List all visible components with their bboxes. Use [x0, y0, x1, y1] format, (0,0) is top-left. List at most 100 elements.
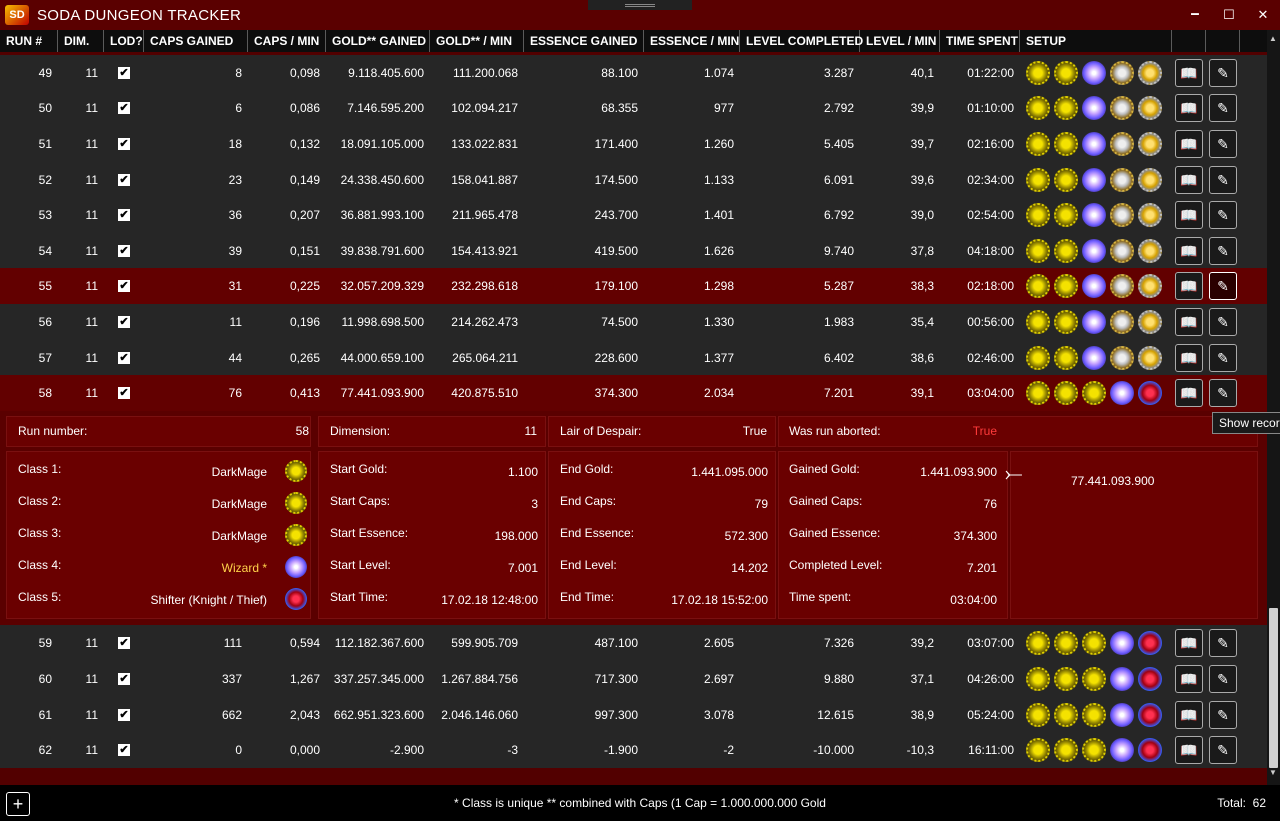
show-record-button[interactable]: 📖 [1175, 736, 1203, 764]
table-row[interactable]: 57 11 ✔ 44 0,265 44.000.659.100 265.064.211 228… [0, 340, 1267, 376]
edit-run-button[interactable]: ✎ [1209, 59, 1237, 87]
table-row[interactable]: 59 11 ✔ 111 0,594 112.182.367.600 599.905.709 4… [0, 625, 1267, 661]
edit-run-button[interactable]: ✎ [1209, 736, 1237, 764]
column-header-level-per-min[interactable]: LEVEL / MIN [860, 30, 940, 52]
lod-checkbox[interactable]: ✔ [118, 387, 130, 399]
cell-level-per-min: 38,6 [910, 351, 934, 365]
scroll-down-icon[interactable]: ▼ [1269, 768, 1277, 777]
lod-checkbox[interactable]: ✔ [118, 280, 130, 292]
maximize-button[interactable]: ☐ [1212, 0, 1246, 30]
show-record-button[interactable]: 📖 [1175, 344, 1203, 372]
show-record-button[interactable]: 📖 [1175, 94, 1203, 122]
edit-run-button[interactable]: ✎ [1209, 629, 1237, 657]
show-record-button[interactable]: 📖 [1175, 130, 1203, 158]
lod-checkbox[interactable]: ✔ [118, 637, 130, 649]
edit-run-button[interactable]: ✎ [1209, 237, 1237, 265]
table-row[interactable]: 52 11 ✔ 23 0,149 24.338.450.600 158.041.887 174… [0, 162, 1267, 198]
lod-checkbox[interactable]: ✔ [118, 316, 130, 328]
window-drag-grip[interactable] [588, 0, 692, 10]
table-row[interactable]: 58 11 ✔ 76 0,413 77.441.093.900 420.875.510 374… [0, 375, 1267, 411]
column-header-setup[interactable]: SETUP [1020, 30, 1172, 52]
show-record-button[interactable]: 📖 [1175, 272, 1203, 300]
show-record-button[interactable]: 📖 [1175, 379, 1203, 407]
edit-run-button[interactable]: ✎ [1209, 272, 1237, 300]
lod-checkbox[interactable]: ✔ [118, 138, 130, 150]
lod-checkbox[interactable]: ✔ [118, 102, 130, 114]
edit-run-button[interactable]: ✎ [1209, 701, 1237, 729]
edit-run-button[interactable]: ✎ [1209, 130, 1237, 158]
column-header-essence-per-min[interactable]: ESSENCE / MIN [644, 30, 740, 52]
scroll-up-icon[interactable]: ▲ [1269, 34, 1277, 43]
cell-dimension: 11 [85, 636, 98, 650]
book-icon: 📖 [1180, 634, 1198, 651]
column-header-level-completed[interactable]: LEVEL COMPLETED [740, 30, 863, 52]
edit-run-button[interactable]: ✎ [1209, 166, 1237, 194]
table-row[interactable]: 49 11 ✔ 8 0,098 9.118.405.600 111.200.068 88.10… [0, 55, 1267, 91]
table-row[interactable]: 62 11 ✔ 0 0,000 -2.900 -3 -1.900 -2 -10.000 -10,3 1… [0, 732, 1267, 768]
edit-run-button[interactable]: ✎ [1209, 665, 1237, 693]
cell-show-record: 📖 [1172, 375, 1206, 411]
cell-caps-per-min: 0,594 [289, 636, 320, 650]
column-header-dimension[interactable]: DIM. [58, 30, 104, 52]
cell-level-completed: -10.000 [813, 743, 854, 757]
show-record-button[interactable]: 📖 [1175, 166, 1203, 194]
lod-checkbox[interactable]: ✔ [118, 352, 130, 364]
gear-class-icon [1054, 168, 1078, 192]
table-row[interactable]: 61 11 ✔ 662 2,043 662.951.323.600 2.046.146.06… [0, 697, 1267, 733]
column-header-gold-gained[interactable]: GOLD** GAINED [326, 30, 430, 52]
show-record-button[interactable]: 📖 [1175, 237, 1203, 265]
orb-class-icon [1082, 239, 1106, 263]
edit-run-button[interactable]: ✎ [1209, 344, 1237, 372]
table-row[interactable]: 51 11 ✔ 18 0,132 18.091.105.000 133.022.831 171… [0, 126, 1267, 162]
column-header-gold-per-min[interactable]: GOLD** / MIN [430, 30, 524, 52]
table-row[interactable]: 55 11 ✔ 31 0,225 32.057.209.329 232.298.618 179… [0, 268, 1267, 304]
cell-essence-gained: 179.100 [594, 279, 638, 293]
edit-run-button[interactable]: ✎ [1209, 379, 1237, 407]
column-header-lod[interactable]: LOD? [104, 30, 144, 52]
cell-essence-gained: 174.500 [594, 173, 638, 187]
column-header-essence-gained[interactable]: ESSENCE GAINED [524, 30, 644, 52]
show-record-button[interactable]: 📖 [1175, 59, 1203, 87]
table-row[interactable]: 54 11 ✔ 39 0,151 39.838.791.600 154.413.921 419… [0, 233, 1267, 269]
cell-show-record: 📖 [1172, 304, 1206, 340]
column-header-caps-gained[interactable]: CAPS GAINED [144, 30, 248, 52]
run-detail-panel: Run number: 58 Dimension: 11 Lair of Despair… [0, 411, 1267, 625]
show-record-button[interactable]: 📖 [1175, 701, 1203, 729]
merge-arrow-icon: ⤚ [1005, 461, 1023, 486]
column-header-time-spent[interactable]: TIME SPENT [940, 30, 1020, 52]
cell-caps-gained: 0 [235, 743, 242, 757]
close-button[interactable]: ✕ [1246, 0, 1280, 30]
lod-checkbox[interactable]: ✔ [118, 673, 130, 685]
cell-show-record: 📖 [1172, 90, 1206, 126]
lod-checkbox[interactable]: ✔ [118, 709, 130, 721]
lod-checkbox[interactable]: ✔ [118, 67, 130, 79]
shield-class-icon [1110, 346, 1134, 370]
lod-checkbox[interactable]: ✔ [118, 744, 130, 756]
edit-run-button[interactable]: ✎ [1209, 94, 1237, 122]
show-record-button[interactable]: 📖 [1175, 308, 1203, 336]
lod-checkbox[interactable]: ✔ [118, 245, 130, 257]
scrollbar-thumb[interactable] [1269, 608, 1278, 768]
app-logo-icon: SD [5, 5, 29, 25]
column-header-caps-per-min[interactable]: CAPS / MIN [248, 30, 326, 52]
table-row[interactable]: 50 11 ✔ 6 0,086 7.146.595.200 102.094.217 68.35… [0, 90, 1267, 126]
lod-checkbox[interactable]: ✔ [118, 174, 130, 186]
book-icon: 📖 [1180, 242, 1198, 259]
table-row[interactable]: 56 11 ✔ 11 0,196 11.998.698.500 214.262.473 74.… [0, 304, 1267, 340]
column-header-run-number[interactable]: RUN # [0, 30, 58, 52]
cell-essence-gained: 997.300 [594, 708, 638, 722]
gear-class-icon [1026, 274, 1050, 298]
table-row[interactable]: 53 11 ✔ 36 0,207 36.881.993.100 211.965.478 243… [0, 197, 1267, 233]
pencil-icon: ✎ [1217, 277, 1229, 294]
minimize-button[interactable]: 🗕 [1178, 0, 1212, 30]
edit-run-button[interactable]: ✎ [1209, 308, 1237, 336]
cell-edit: ✎ [1206, 162, 1240, 198]
edit-run-button[interactable]: ✎ [1209, 201, 1237, 229]
show-record-button[interactable]: 📖 [1175, 665, 1203, 693]
show-record-button[interactable]: 📖 [1175, 629, 1203, 657]
cell-time-spent: 02:34:00 [967, 173, 1014, 187]
aborted-label: Was run aborted: [789, 424, 881, 438]
show-record-button[interactable]: 📖 [1175, 201, 1203, 229]
lod-checkbox[interactable]: ✔ [118, 209, 130, 221]
table-row[interactable]: 60 11 ✔ 337 1,267 337.257.345.000 1.267.884.75… [0, 661, 1267, 697]
